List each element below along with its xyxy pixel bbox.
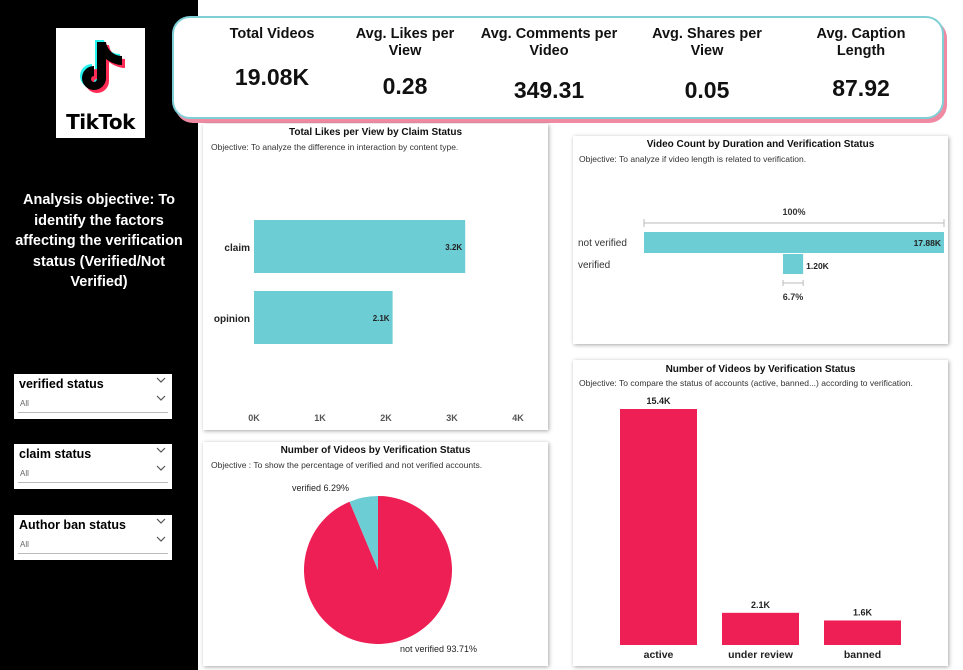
slicer-value[interactable]: All bbox=[20, 469, 29, 478]
chart-card-duration-verification[interactable]: Video Count by Duration and Verification… bbox=[573, 136, 948, 344]
data-label: 17.88K bbox=[914, 238, 942, 248]
category-label: verified bbox=[578, 260, 610, 271]
x-tick-label: 2K bbox=[380, 413, 392, 423]
slicer-value[interactable]: All bbox=[20, 399, 29, 408]
bar-claim[interactable] bbox=[254, 220, 466, 273]
slicer-author-ban-status[interactable]: Author ban status All bbox=[14, 515, 172, 560]
chevron-down-icon[interactable] bbox=[156, 536, 166, 543]
pie-data-label-verified: verified 6.29% bbox=[292, 483, 349, 493]
chevron-down-icon[interactable] bbox=[156, 395, 166, 402]
kpi-label: Avg. Likes per View bbox=[355, 26, 455, 59]
bar-under-review[interactable] bbox=[722, 612, 799, 645]
kpi-value: 0.28 bbox=[382, 73, 428, 99]
chevron-down-icon[interactable] bbox=[156, 518, 166, 525]
kpi-avg-comments-per-video: Avg. Comments per Video 349.31 bbox=[474, 26, 624, 103]
kpi-avg-shares-per-view: Avg. Shares per View 0.05 bbox=[644, 26, 770, 103]
slicer-underline bbox=[18, 412, 168, 413]
sidebar: TikTok Analysis objective: To identify t… bbox=[0, 0, 198, 670]
slicer-claim-status[interactable]: claim status All bbox=[14, 444, 172, 489]
data-label: 3.2K bbox=[445, 243, 462, 252]
category-label: banned bbox=[844, 649, 881, 661]
data-label: 2.1K bbox=[751, 600, 771, 610]
chart-card-verification-pie[interactable]: Number of Videos by Verification Status … bbox=[203, 442, 548, 666]
x-tick-label: 3K bbox=[446, 413, 458, 423]
kpi-label: Avg. Caption Length bbox=[816, 26, 906, 59]
bottom-annotation: 6.7% bbox=[783, 292, 804, 302]
category-label: under review bbox=[728, 649, 794, 661]
kpi-label: Total Videos bbox=[229, 26, 315, 42]
slicer-title: verified status bbox=[19, 377, 104, 391]
category-label: not verified bbox=[578, 238, 627, 249]
chart-card-account-status[interactable]: Number of Videos by Verification Status … bbox=[573, 360, 948, 666]
tiktok-logo: TikTok bbox=[56, 28, 145, 138]
chevron-down-icon[interactable] bbox=[156, 377, 166, 384]
chevron-down-icon[interactable] bbox=[156, 465, 166, 472]
data-label: 1.20K bbox=[806, 261, 830, 271]
slicer-verified-status[interactable]: verified status All bbox=[14, 374, 172, 419]
top-annotation: 100% bbox=[782, 207, 805, 217]
slicer-value[interactable]: All bbox=[20, 540, 29, 549]
data-label: 15.4K bbox=[646, 396, 671, 406]
kpi-avg-caption-length: Avg. Caption Length 87.92 bbox=[794, 26, 928, 101]
category-label: claim bbox=[224, 243, 250, 254]
slicer-underline bbox=[18, 482, 168, 483]
x-tick-label: 1K bbox=[314, 413, 326, 423]
bar-banned[interactable] bbox=[824, 620, 901, 645]
x-tick-label: 4K bbox=[512, 413, 524, 423]
chart-duration-verification[interactable]: 100% not verified 17.88K verified 1.20K 6.7% bbox=[573, 136, 948, 344]
kpi-label: Avg. Comments per Video bbox=[480, 26, 618, 59]
chevron-down-icon[interactable] bbox=[156, 447, 166, 454]
bar-active[interactable] bbox=[620, 409, 697, 645]
category-label: opinion bbox=[214, 314, 250, 325]
pie-data-label-not-verified: not verified 93.71% bbox=[400, 644, 477, 654]
kpi-total-videos: Total Videos 19.08K bbox=[204, 26, 340, 90]
tiktok-note-icon bbox=[80, 40, 125, 93]
kpi-label: Avg. Shares per View bbox=[652, 26, 762, 59]
logo-text: TikTok bbox=[66, 110, 135, 134]
bar-not-verified[interactable] bbox=[644, 232, 944, 253]
kpi-value: 349.31 bbox=[513, 77, 585, 103]
bar-verified[interactable] bbox=[783, 254, 804, 274]
chart-card-likes-by-claim[interactable]: Total Likes per View by Claim Status Obj… bbox=[203, 124, 548, 430]
slicer-underline bbox=[18, 553, 168, 554]
chart-account-status[interactable]: 15.4K active 2.1K under review 1.6K banned bbox=[573, 360, 948, 666]
kpi-panel: Total Videos 19.08K Avg. Likes per View … bbox=[172, 16, 944, 119]
chart-verification-pie[interactable]: verified 6.29% not verified 93.71% bbox=[203, 442, 548, 666]
chart-likes-by-claim[interactable]: claim 3.2K opinion 2.1K 0K 1K 2K 3K 4K bbox=[203, 124, 548, 430]
analysis-objective: Analysis objective: To identify the fact… bbox=[15, 192, 183, 290]
data-label: 1.6K bbox=[853, 607, 873, 617]
x-tick-label: 0K bbox=[248, 413, 260, 423]
kpi-avg-likes-per-view: Avg. Likes per View 0.28 bbox=[354, 26, 456, 99]
slicer-title: claim status bbox=[19, 447, 92, 461]
kpi-value: 87.92 bbox=[832, 75, 890, 101]
category-label: active bbox=[644, 649, 674, 661]
data-label: 2.1K bbox=[373, 314, 390, 323]
kpi-value: 0.05 bbox=[684, 77, 730, 103]
slicer-title: Author ban status bbox=[19, 518, 126, 532]
kpi-value: 19.08K bbox=[234, 64, 310, 90]
